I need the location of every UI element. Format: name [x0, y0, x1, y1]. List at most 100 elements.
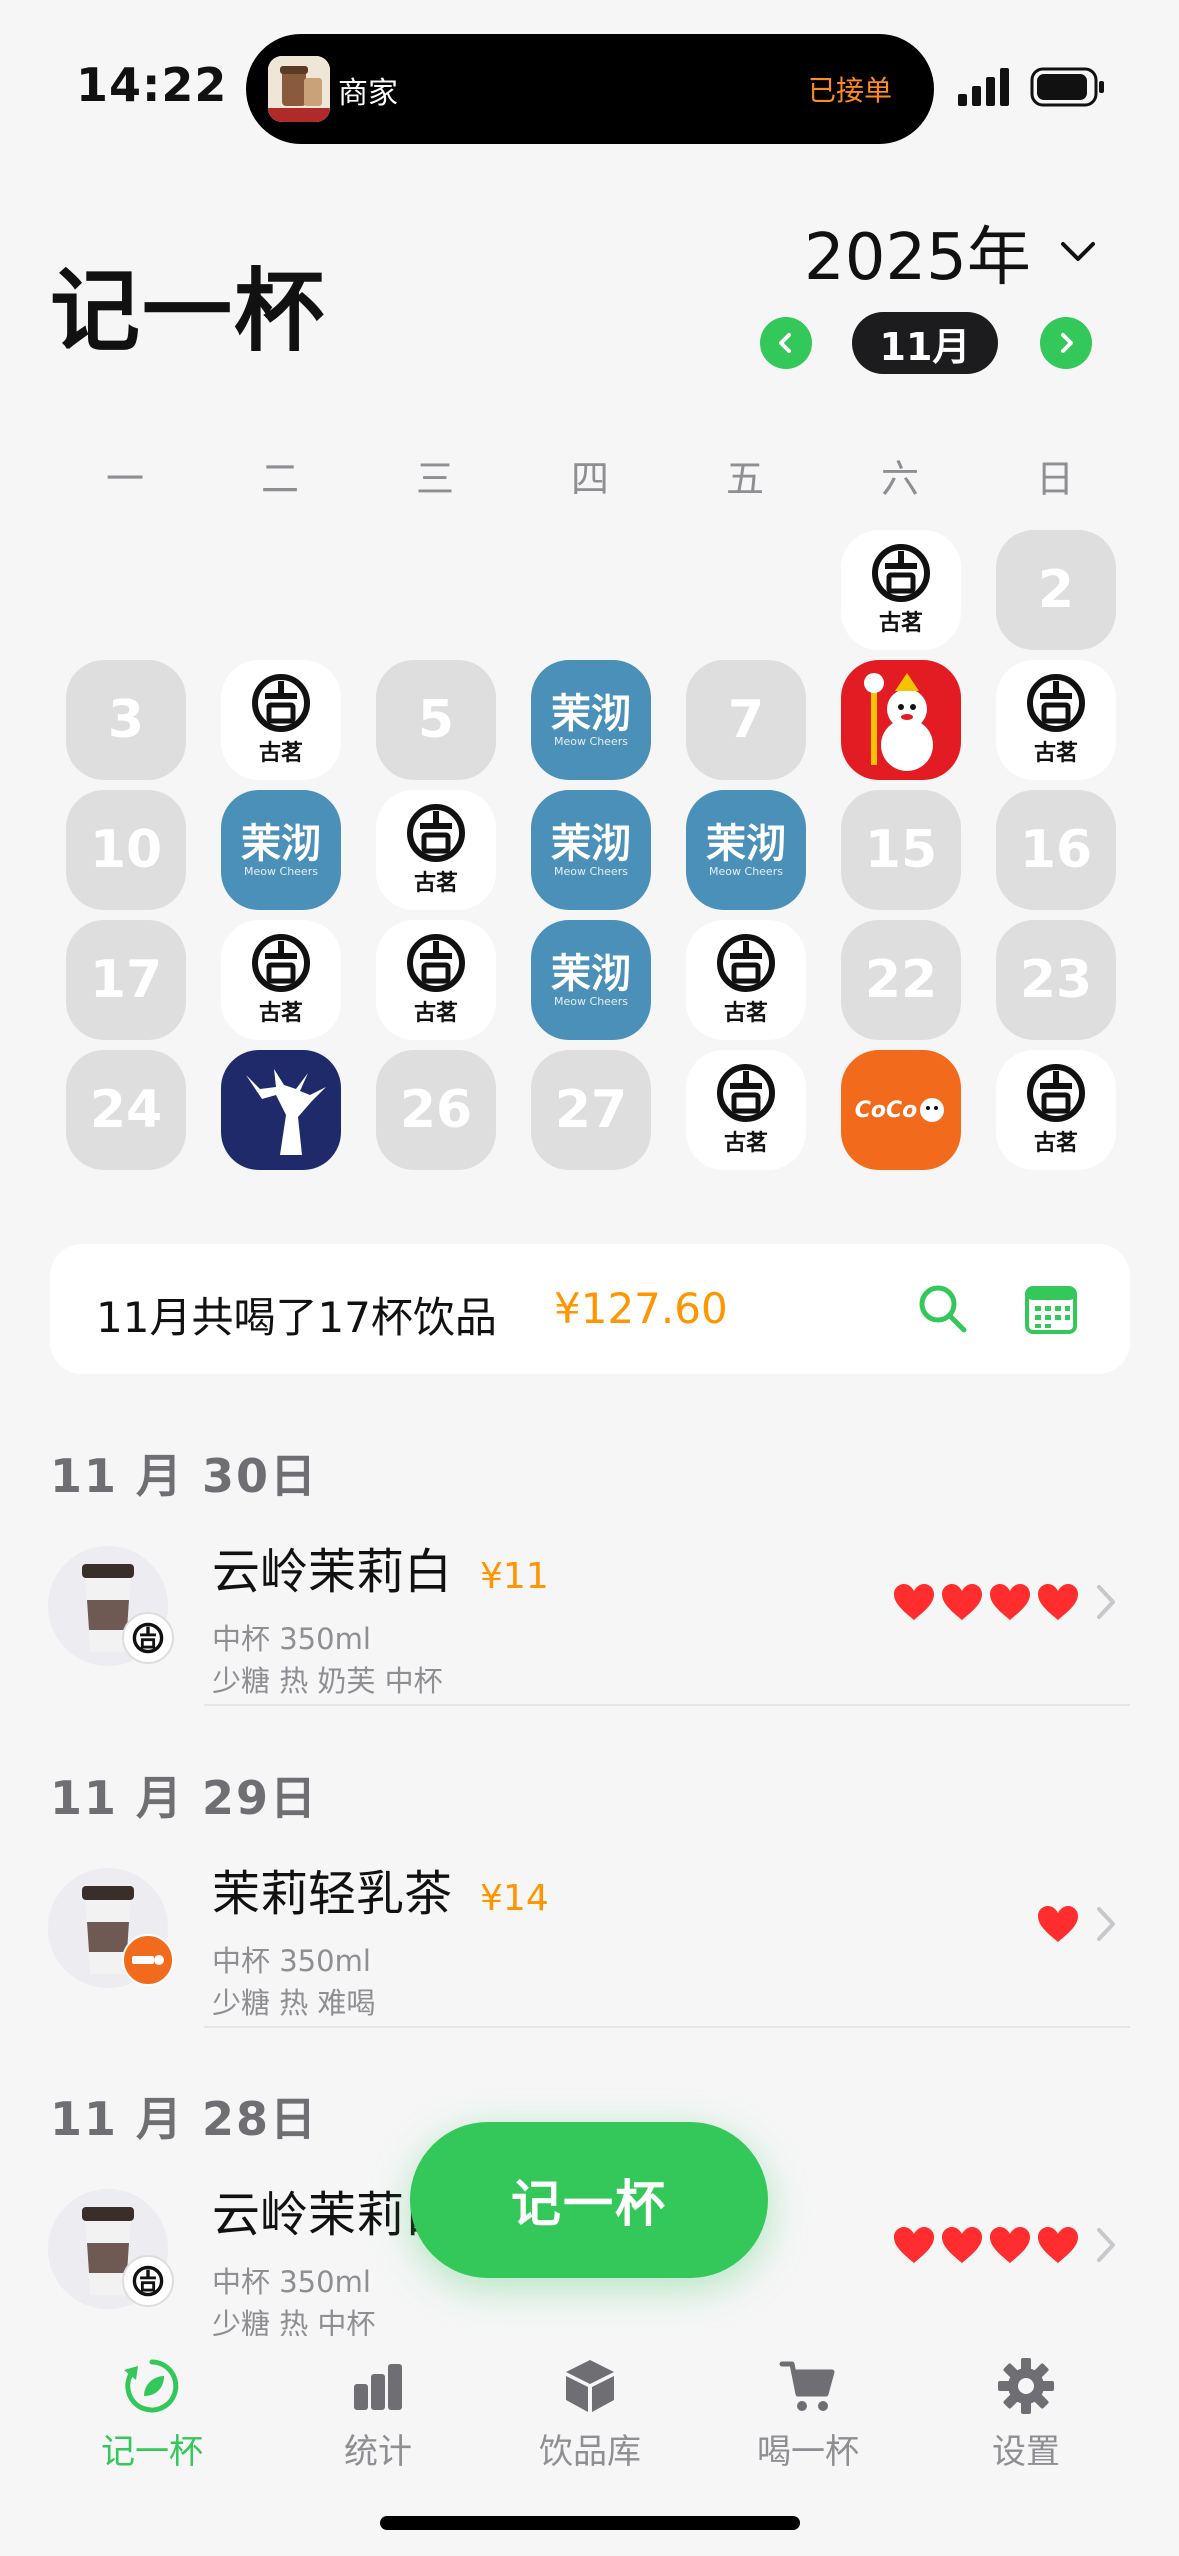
calendar-day[interactable]: 15: [841, 790, 961, 910]
drink-name-text: 云岭茉莉白: [212, 1544, 453, 1600]
drink-price: ¥11: [480, 1556, 549, 1597]
coco-mascot-icon: [920, 1098, 945, 1122]
box-icon: [566, 2360, 614, 2412]
tab-stats[interactable]: 统计: [298, 2356, 458, 2473]
calendar-day-guming[interactable]: 古茗: [221, 660, 341, 780]
tab-label: 设置: [992, 2432, 1060, 2472]
calendar-day-mixue[interactable]: [841, 660, 961, 780]
calendar-day-guming[interactable]: 古茗: [376, 790, 496, 910]
brand-text: 古茗: [413, 871, 458, 896]
drink-name-text: 茉莉轻乳茶: [212, 1866, 453, 1922]
deer-logo-icon: [246, 1069, 326, 1155]
rating-hearts: [892, 2225, 1080, 2265]
calendar-day-moqi[interactable]: 茉沏 Meow Cheers: [531, 920, 651, 1040]
brand-text: 古茗: [723, 1001, 768, 1026]
calendar-day-guming[interactable]: 古茗: [841, 530, 961, 650]
chevron-right-icon[interactable]: [1096, 1906, 1116, 1942]
heart-icon: [894, 1584, 934, 1620]
brand-text: CoCo: [854, 1097, 918, 1123]
drink-size: 中杯 350ml: [212, 1622, 371, 1656]
rating-hearts: [892, 1582, 1080, 1622]
record-date: 11 月 30日: [50, 1449, 319, 1503]
row-divider: [204, 2026, 1130, 2028]
chevron-left-icon: [779, 333, 791, 353]
year-selector[interactable]: 2025年: [804, 206, 1097, 298]
drink-thumbnail[interactable]: [48, 1868, 174, 1988]
calendar-day-deer[interactable]: [221, 1050, 341, 1170]
calendar-day[interactable]: 17: [66, 920, 186, 1040]
calendar-day[interactable]: 10: [66, 790, 186, 910]
chevron-right-icon: [1061, 333, 1073, 353]
status-time: 14:22: [76, 58, 228, 112]
calendar-day-moqi[interactable]: 茉沏 Meow Cheers: [531, 660, 651, 780]
calendar-day-guming[interactable]: 古茗: [996, 1050, 1116, 1170]
calendar-day[interactable]: 27: [531, 1050, 651, 1170]
prev-month-button[interactable]: [760, 317, 812, 369]
heart-icon: [1038, 1584, 1078, 1620]
calendar-day[interactable]: 26: [376, 1050, 496, 1170]
calendar-day-coco[interactable]: CoCo: [841, 1050, 961, 1170]
calendar-day-moqi[interactable]: 茉沏 Meow Cheers: [221, 790, 341, 910]
chevron-down-icon: [1060, 242, 1095, 261]
chevron-right-icon[interactable]: [1096, 2227, 1116, 2263]
drink-tags: 少糖 热 难喝: [212, 1986, 376, 2020]
month-label: 11月: [852, 312, 998, 374]
summary-text: 11月共喝了17杯饮品: [96, 1293, 497, 1342]
dynamic-island[interactable]: 商家 已接单: [246, 34, 934, 144]
calendar-day-guming[interactable]: 古茗: [996, 660, 1116, 780]
calendar-day-moqi[interactable]: 茉沏 Meow Cheers: [686, 790, 806, 910]
calendar-day[interactable]: 23: [996, 920, 1116, 1040]
calendar-day[interactable]: 5: [376, 660, 496, 780]
tab-label: 记一杯: [101, 2432, 203, 2472]
drink-price: ¥14: [480, 1878, 549, 1919]
brand-text: 茉沏: [551, 691, 631, 737]
add-drink-button[interactable]: 记一杯: [410, 2122, 768, 2278]
calendar-day-guming[interactable]: 古茗: [686, 1050, 806, 1170]
heart-icon: [1038, 2227, 1078, 2263]
brand-text: 古茗: [258, 741, 303, 766]
tab-drink-library[interactable]: 饮品库: [510, 2356, 670, 2473]
calendar-day-guming[interactable]: 古茗: [221, 920, 341, 1040]
summary-amount: ¥127.60: [554, 1284, 728, 1333]
calendar-day[interactable]: 16: [996, 790, 1116, 910]
weekday-label: 五: [725, 457, 764, 501]
drink-name[interactable]: 茉莉轻乳茶 ¥14: [212, 1854, 549, 1924]
calendar-day[interactable]: 22: [841, 920, 961, 1040]
brand-subtext: Meow Cheers: [554, 865, 628, 878]
guming-logo-icon: [717, 934, 775, 992]
tab-record[interactable]: 记一杯: [72, 2356, 232, 2473]
brand-text: 古茗: [413, 1001, 458, 1026]
chevron-right-icon[interactable]: [1096, 1584, 1116, 1620]
calendar-day[interactable]: 3: [66, 660, 186, 780]
calendar-day-guming[interactable]: 古茗: [376, 920, 496, 1040]
next-month-button[interactable]: [1040, 317, 1092, 369]
calendar-icon[interactable]: [1024, 1282, 1078, 1336]
weekday-label: 四: [570, 457, 609, 501]
battery-icon: [1030, 67, 1104, 107]
calendar-day[interactable]: 7: [686, 660, 806, 780]
brand-text: 古茗: [1033, 1131, 1078, 1156]
drink-name[interactable]: 云岭茉莉白 ¥11: [212, 1532, 549, 1602]
drink-thumbnail[interactable]: [48, 2189, 174, 2309]
calendar-day[interactable]: 24: [66, 1050, 186, 1170]
tab-label: 喝一杯: [757, 2432, 859, 2472]
brand-text: 古茗: [723, 1131, 768, 1156]
brand-text: 古茗: [1033, 741, 1078, 766]
calendar-day-guming[interactable]: 古茗: [686, 920, 806, 1040]
tab-drink-one[interactable]: 喝一杯: [728, 2356, 888, 2473]
record-date: 11 月 29日: [50, 1771, 319, 1825]
tab-settings[interactable]: 设置: [946, 2356, 1106, 2473]
calendar-day[interactable]: 2: [996, 530, 1116, 650]
island-app-icon: [268, 56, 330, 122]
drink-size: 中杯 350ml: [212, 1944, 371, 1978]
heart-icon: [894, 2227, 934, 2263]
brand-text: 茉沏: [706, 821, 786, 867]
calendar-day-moqi[interactable]: 茉沏 Meow Cheers: [531, 790, 651, 910]
island-status: 已接单: [807, 74, 892, 107]
cart-icon: [779, 2361, 835, 2411]
drink-thumbnail[interactable]: [48, 1546, 174, 1666]
brand-text: 茉沏: [241, 821, 321, 867]
coco-logo-icon: [132, 1955, 164, 1965]
brand-subtext: Meow Cheers: [554, 735, 628, 748]
search-icon[interactable]: [916, 1282, 970, 1336]
